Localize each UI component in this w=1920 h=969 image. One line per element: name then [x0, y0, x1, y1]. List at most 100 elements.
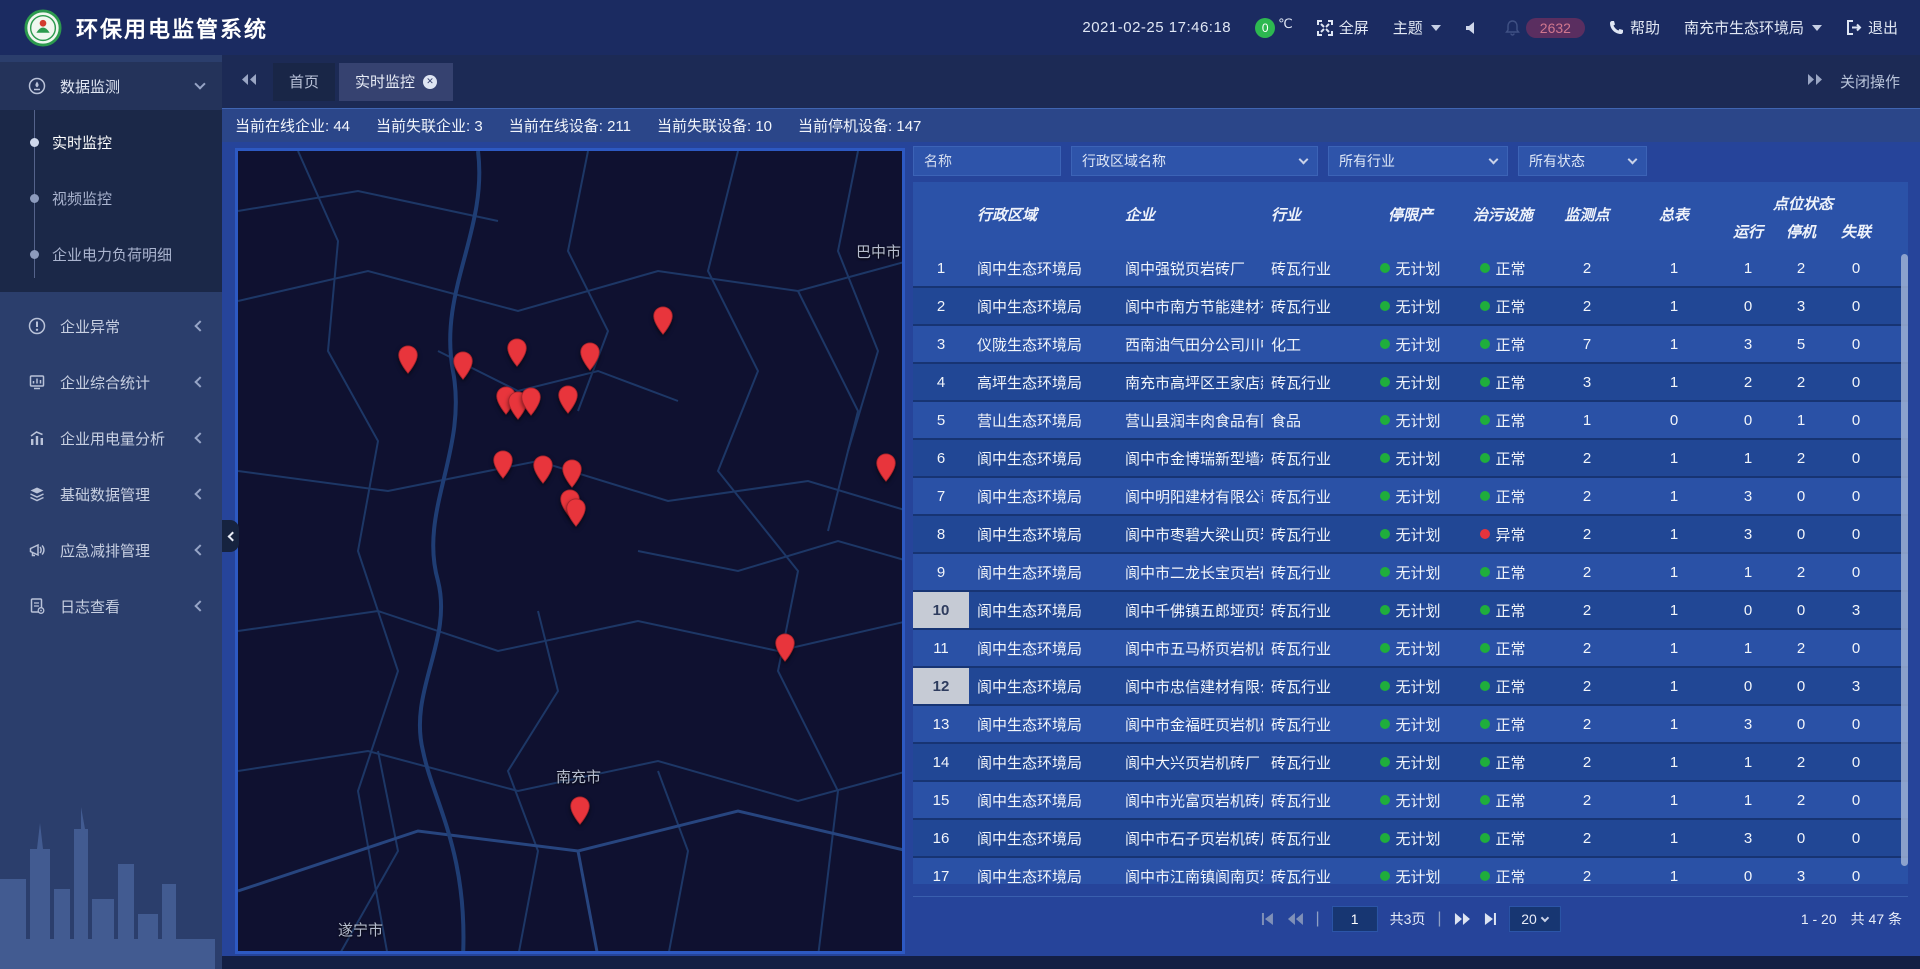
map[interactable]: 巴中市南充市遂宁市: [235, 148, 905, 954]
row-monitor-count-cell: 2: [1548, 250, 1626, 286]
collapse-sidebar-button[interactable]: [222, 520, 239, 552]
row-running-count-cell: 0: [1722, 402, 1774, 438]
separator: |: [1437, 910, 1441, 928]
row-running-count-cell: 1: [1722, 250, 1774, 286]
map-pin[interactable]: [875, 453, 897, 483]
map-pin[interactable]: [557, 385, 579, 415]
status-filter-select[interactable]: 所有状态: [1518, 146, 1647, 176]
row-running-count-cell: 3: [1722, 478, 1774, 514]
row-lost-count-cell: 0: [1828, 630, 1884, 666]
stop-status-label: 无计划: [1395, 866, 1440, 885]
table-row[interactable]: 7阆中生态环境局阆中明阳建材有限公司砖瓦行业无计划正常21300: [913, 478, 1908, 516]
table-row[interactable]: 12阆中生态环境局阆中市忠信建材有限公砖瓦行业无计划正常21003: [913, 668, 1908, 706]
sidebar-item-emergency-reduction[interactable]: 应急减排管理: [0, 522, 222, 578]
sidebar-item-power-analysis[interactable]: 企业用电量分析: [0, 410, 222, 466]
page-size-select[interactable]: 20: [1509, 906, 1561, 932]
table-row[interactable]: 1阆中生态环境局阆中强锐页岩砖厂砖瓦行业无计划正常21120: [913, 250, 1908, 288]
row-treatment-status-cell: 正常: [1458, 554, 1548, 590]
row-running-count-cell: 1: [1722, 782, 1774, 818]
map-city-label: 南充市: [556, 766, 601, 787]
map-pin[interactable]: [397, 345, 419, 375]
table-row[interactable]: 11阆中生态环境局阆中市五马桥页岩机砖砖瓦行业无计划正常21120: [913, 630, 1908, 668]
region-filter-select[interactable]: 行政区域名称: [1071, 146, 1318, 176]
row-stopped-count-cell: 0: [1774, 820, 1828, 856]
map-pin[interactable]: [520, 387, 542, 417]
last-page-button[interactable]: [1483, 912, 1497, 926]
table-row[interactable]: 13阆中生态环境局阆中市金福旺页岩机砖砖瓦行业无计划正常21300: [913, 706, 1908, 744]
row-industry-cell: 砖瓦行业: [1263, 516, 1363, 552]
table-scrollbar[interactable]: [1901, 254, 1908, 866]
next-page-button[interactable]: [1454, 912, 1471, 926]
page-input[interactable]: [1332, 906, 1378, 932]
map-pin[interactable]: [506, 338, 528, 368]
pagination-bar: | 共3页 | 20: [913, 896, 1908, 940]
row-stop-status-cell: 无计划: [1363, 554, 1458, 590]
sidebar-item-video-monitoring[interactable]: 视频监控: [0, 170, 222, 226]
map-pin[interactable]: [569, 796, 591, 826]
table-row[interactable]: 4高坪生态环境局南充市高坪区王家店建砖瓦行业无计划正常31220: [913, 364, 1908, 402]
sound-toggle[interactable]: [1465, 21, 1481, 35]
tab-close-icon[interactable]: ✕: [423, 75, 437, 89]
industry-filter-select[interactable]: 所有行业: [1328, 146, 1508, 176]
first-page-button[interactable]: [1260, 912, 1274, 926]
notifications[interactable]: 2632: [1505, 18, 1585, 38]
sidebar-item-log-view[interactable]: 日志查看: [0, 578, 222, 634]
fullscreen-button[interactable]: 全屏: [1317, 17, 1369, 38]
row-stop-status-cell: 无计划: [1363, 630, 1458, 666]
table-row[interactable]: 16阆中生态环境局阆中市石子页岩机砖厂砖瓦行业无计划正常21300: [913, 820, 1908, 858]
row-industry-cell: 砖瓦行业: [1263, 440, 1363, 476]
sidebar-item-base-data[interactable]: 基础数据管理: [0, 466, 222, 522]
tab-home[interactable]: 首页: [273, 63, 335, 101]
sidebar-item-enterprise-abnormal[interactable]: 企业异常: [0, 298, 222, 354]
chevron-left-icon: [194, 544, 205, 555]
table-row[interactable]: 8阆中生态环境局阆中市枣碧大梁山页岩砖瓦行业无计划异常21300: [913, 516, 1908, 554]
map-pin[interactable]: [774, 633, 796, 663]
prev-page-button[interactable]: [1286, 912, 1303, 926]
table-row[interactable]: 15阆中生态环境局阆中市光富页岩机砖厂砖瓦行业无计划正常21120: [913, 782, 1908, 820]
org-menu[interactable]: 南充市生态环境局: [1684, 17, 1822, 38]
map-pin[interactable]: [652, 306, 674, 336]
row-running-count-cell: 3: [1722, 706, 1774, 742]
tab-realtime-monitoring[interactable]: 实时监控 ✕: [339, 63, 453, 101]
map-pin[interactable]: [561, 459, 583, 489]
logout-button[interactable]: 退出: [1846, 17, 1898, 38]
table-row[interactable]: 2阆中生态环境局阆中市南方节能建材有砖瓦行业无计划正常21030: [913, 288, 1908, 326]
column-group-point-status: 点位状态: [1722, 182, 1884, 216]
table-row[interactable]: 3仪陇生态环境局西南油气田分公司川中化工无计划正常71350: [913, 326, 1908, 364]
sidebar-item-enterprise-statistics[interactable]: 企业综合统计: [0, 354, 222, 410]
tabs-scroll-right-button[interactable]: [1807, 73, 1824, 90]
map-pin-icon: [569, 796, 591, 826]
stat-value: 10: [755, 118, 772, 135]
sidebar-item-label: 日志查看: [60, 596, 120, 617]
help-button[interactable]: 帮助: [1609, 17, 1660, 38]
name-search-input[interactable]: [913, 146, 1061, 176]
chevron-left-icon: [194, 376, 205, 387]
map-pin[interactable]: [565, 498, 587, 528]
close-operations-button[interactable]: 关闭操作: [1840, 71, 1900, 92]
stat-item: 当前在线企业: 44: [235, 115, 350, 136]
row-index-cell: 6: [913, 440, 969, 476]
row-running-count-cell: 0: [1722, 668, 1774, 704]
table-row[interactable]: 17阆中生态环境局阆中市江南镇阆南页岩砖瓦行业无计划正常21030: [913, 858, 1908, 884]
row-stopped-count-cell: 2: [1774, 250, 1828, 286]
table-row[interactable]: 10阆中生态环境局阆中千佛镇五郎垭页岩砖瓦行业无计划正常21003: [913, 592, 1908, 630]
table-row[interactable]: 6阆中生态环境局阆中市金博瑞新型墙材砖瓦行业无计划正常21120: [913, 440, 1908, 478]
map-pin[interactable]: [452, 351, 474, 381]
row-industry-cell: 砖瓦行业: [1263, 250, 1363, 286]
row-stopped-count-cell: 1: [1774, 402, 1828, 438]
map-pin[interactable]: [532, 455, 554, 485]
map-pin[interactable]: [492, 450, 514, 480]
table-row[interactable]: 14阆中生态环境局阆中大兴页岩机砖厂砖瓦行业无计划正常21120: [913, 744, 1908, 782]
theme-menu[interactable]: 主题: [1393, 17, 1441, 38]
table-row[interactable]: 9阆中生态环境局阆中市二龙长宝页岩砖砖瓦行业无计划正常21120: [913, 554, 1908, 592]
row-lost-count-cell: 0: [1828, 402, 1884, 438]
table-row[interactable]: 5营山生态环境局营山县润丰肉食品有限食品无计划正常10010: [913, 402, 1908, 440]
sidebar-item-data-monitoring[interactable]: 数据监测: [0, 62, 222, 110]
sidebar-item-power-load-detail[interactable]: 企业电力负荷明细: [0, 226, 222, 282]
map-pin[interactable]: [579, 342, 601, 372]
tabs-scroll-left-button[interactable]: [240, 73, 257, 91]
row-running-count-cell: 0: [1722, 592, 1774, 628]
sidebar-item-realtime-monitoring[interactable]: 实时监控: [0, 114, 222, 170]
row-stopped-count-cell: 2: [1774, 364, 1828, 400]
row-running-count-cell: 1: [1722, 554, 1774, 590]
